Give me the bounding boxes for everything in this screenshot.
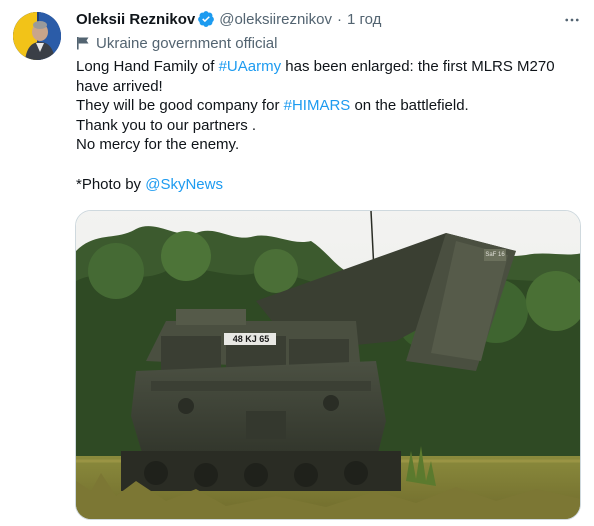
tweet-timestamp[interactable]: 1 год bbox=[347, 11, 381, 28]
tweet-text-segment: They will be good company for bbox=[76, 97, 284, 115]
tweet-text-segment: *Photo by bbox=[76, 175, 146, 193]
tweet-line-3: Thank you to our partners . bbox=[76, 116, 257, 134]
vehicle-plate: 48 KJ 65 bbox=[232, 334, 270, 344]
author-name[interactable]: Oleksii Reznikov bbox=[76, 11, 195, 28]
tweet-line-2: They will be good company for #HIMARS on… bbox=[76, 96, 576, 116]
government-label[interactable]: Ukraine government official bbox=[76, 34, 277, 52]
tweet-line-1: Long Hand Family of #UAarmy has been enl… bbox=[76, 57, 576, 96]
tweet-photo[interactable]: 48 KJ 65 SaF 16 bbox=[75, 210, 581, 520]
tweet: Oleksii Reznikov @oleksiireznikov · 1 го… bbox=[0, 0, 594, 526]
tweet-text: Long Hand Family of #UAarmy has been enl… bbox=[76, 57, 576, 194]
tweet-text-segment: Long Hand Family of bbox=[76, 58, 219, 75]
mention-skynews[interactable]: @SkyNews bbox=[145, 176, 223, 193]
more-options-icon[interactable] bbox=[560, 8, 584, 32]
author-handle[interactable]: @oleksiireznikov bbox=[219, 11, 332, 28]
tweet-text-segment: on the battlefield. bbox=[350, 97, 469, 115]
tweet-header: Oleksii Reznikov @oleksiireznikov · 1 го… bbox=[76, 9, 381, 29]
hashtag-uaarmy[interactable]: #UAarmy bbox=[219, 58, 282, 75]
avatar[interactable] bbox=[13, 12, 61, 60]
hashtag-himars[interactable]: #HIMARS bbox=[284, 97, 351, 114]
launcher-marking: SaF 16 bbox=[485, 252, 505, 258]
government-flag-icon bbox=[76, 36, 90, 50]
tweet-line-5: *Photo by @SkyNews bbox=[76, 175, 576, 195]
tweet-line-4: No mercy for the enemy. bbox=[76, 136, 240, 154]
verified-badge-icon bbox=[197, 10, 215, 28]
header-separator: · bbox=[336, 10, 342, 28]
government-label-text: Ukraine government official bbox=[96, 34, 278, 52]
